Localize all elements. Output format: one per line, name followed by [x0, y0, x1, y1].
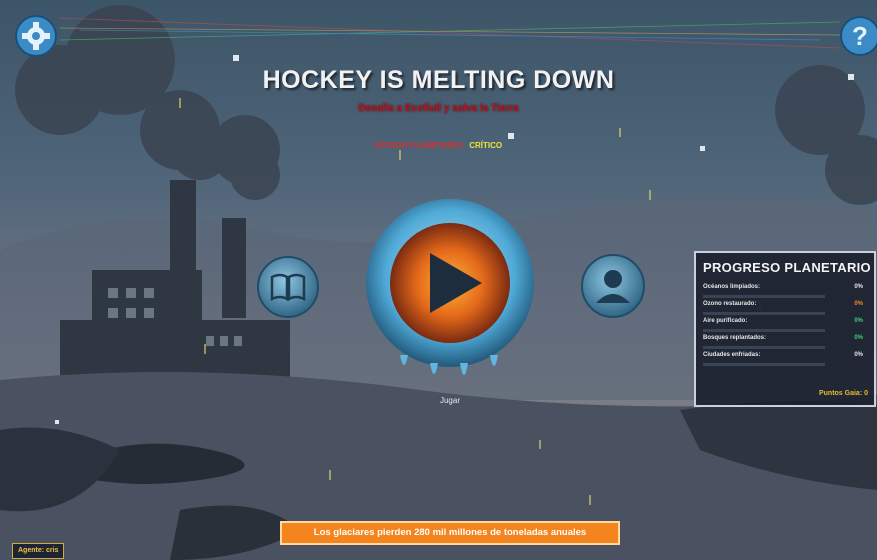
- progress-value: 0%: [854, 301, 863, 307]
- progress-bar: [703, 363, 825, 366]
- planet-status: ESTADO PLANETARIO: CRÍTICO: [0, 141, 877, 150]
- progress-bar: [703, 346, 825, 349]
- progress-label: Ciudades enfriadas:: [703, 352, 761, 358]
- tutorial-button[interactable]: [256, 255, 320, 319]
- game-title: HOCKEY IS MELTING DOWN: [262, 66, 615, 94]
- game-subtitle: Desafía a Ecofiull y salva la Tierra: [358, 103, 519, 114]
- agent-badge: Agente: cris: [12, 543, 65, 559]
- settings-button[interactable]: [14, 14, 58, 58]
- planet-progress-panel: PROGRESO PLANETARIO Océanos limpiados: 0…: [694, 251, 876, 407]
- status-label: ESTADO PLANETARIO:: [374, 141, 464, 150]
- progress-value: 0%: [854, 335, 863, 341]
- progress-value: 0%: [854, 318, 863, 324]
- progress-value: 0%: [854, 284, 863, 290]
- play-label: Jugar: [439, 396, 460, 405]
- status-value: CRÍTICO: [469, 141, 503, 150]
- progress-label: Aire purificado:: [703, 318, 748, 324]
- book-icon: [257, 256, 319, 318]
- progress-value: 0%: [854, 352, 863, 358]
- progress-label: Bosques replantados:: [703, 335, 767, 341]
- progress-bar: [703, 329, 825, 332]
- svg-text:?: ?: [852, 21, 868, 51]
- play-icon: [366, 199, 534, 375]
- game-background: ? HOCKEY IS MELTING DOWN Desafía a Ecofi…: [0, 0, 877, 560]
- panel-title: PROGRESO PLANETARIO: [703, 260, 871, 275]
- gear-icon: [15, 15, 57, 57]
- help-button[interactable]: ?: [838, 14, 877, 58]
- progress-label: Ozono restaurado:: [703, 301, 757, 307]
- play-button[interactable]: [360, 195, 540, 390]
- progress-bar: [703, 295, 825, 298]
- fact-banner: Los glaciares pierden 280 mil millones d…: [280, 521, 620, 545]
- gaia-points: Puntos Gaia: 0: [818, 390, 868, 397]
- user-icon: [581, 254, 645, 318]
- question-mark-icon: ?: [840, 16, 877, 56]
- laser-lines: [59, 17, 841, 49]
- progress-label: Océanos limpiados:: [703, 284, 761, 290]
- profile-button[interactable]: [580, 253, 646, 319]
- progress-bar: [703, 312, 825, 315]
